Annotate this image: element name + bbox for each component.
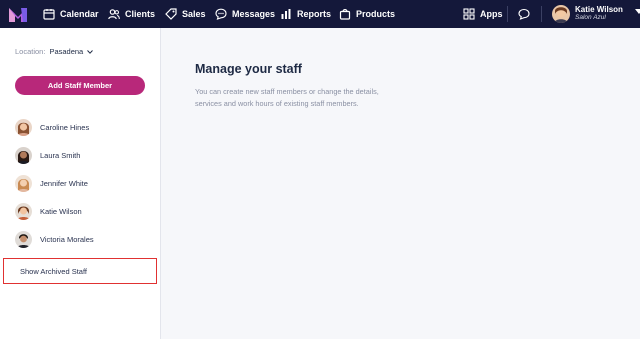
avatar xyxy=(15,202,32,220)
staff-name: Laura Smith xyxy=(40,150,81,160)
staff-name: Victoria Morales xyxy=(40,234,94,244)
avatar xyxy=(552,5,570,23)
topbar-divider xyxy=(507,6,508,22)
apps-button[interactable]: Apps xyxy=(463,0,503,28)
calendar-icon xyxy=(43,9,55,20)
staff-list-item[interactable]: Katie Wilson xyxy=(15,197,155,225)
avatar xyxy=(15,174,32,192)
staff-list-item[interactable]: Laura Smith xyxy=(15,141,155,169)
avatar xyxy=(15,230,32,248)
location-selector[interactable]: Location: Pasadena xyxy=(15,47,94,56)
nav-clients-label: Clients xyxy=(125,9,156,19)
bag-icon xyxy=(339,9,351,20)
staff-list-item[interactable]: Victoria Morales xyxy=(15,225,155,253)
app-logo-icon[interactable] xyxy=(9,6,27,22)
staff-list: Caroline Hines Laura Smith Jennifer Whit… xyxy=(15,113,155,253)
avatar xyxy=(15,118,32,136)
nav-sales[interactable]: Sales xyxy=(165,0,206,28)
tag-icon xyxy=(165,8,177,20)
page-title: Manage your staff xyxy=(195,62,302,76)
apps-label: Apps xyxy=(480,9,503,19)
nav-products[interactable]: Products xyxy=(339,0,395,28)
bar-chart-icon xyxy=(281,9,291,19)
main-content: Manage your staff You can create new sta… xyxy=(161,28,640,339)
staff-name: Katie Wilson xyxy=(40,206,82,216)
message-icon xyxy=(215,8,227,20)
location-value: Pasadena xyxy=(49,47,84,56)
add-staff-member-button[interactable]: Add Staff Member xyxy=(15,76,145,95)
nav-messages-label: Messages xyxy=(232,9,276,19)
page-description: You can create new staff members or chan… xyxy=(195,87,379,108)
chat-bubble-icon xyxy=(518,8,530,20)
show-archived-staff-link[interactable]: Show Archived Staff xyxy=(3,258,157,284)
nav-sales-label: Sales xyxy=(182,9,206,19)
staff-sidebar: Location: Pasadena Add Staff Member Caro… xyxy=(0,28,161,339)
grid-icon xyxy=(463,8,475,20)
staff-name: Jennifer White xyxy=(40,178,88,188)
nav-reports-label: Reports xyxy=(297,9,332,19)
staff-list-item[interactable]: Caroline Hines xyxy=(15,113,155,141)
nav-calendar[interactable]: Calendar xyxy=(43,0,99,28)
chat-button[interactable] xyxy=(518,0,530,28)
location-label: Location: xyxy=(15,47,46,56)
nav-reports[interactable]: Reports xyxy=(280,0,331,28)
top-navigation-bar: Calendar Clients Sales Messages Reports … xyxy=(0,0,640,28)
avatar xyxy=(15,146,32,164)
clients-icon xyxy=(108,9,120,20)
nav-clients[interactable]: Clients xyxy=(108,0,155,28)
staff-name: Caroline Hines xyxy=(40,122,90,132)
chevron-down-icon xyxy=(635,9,640,14)
nav-calendar-label: Calendar xyxy=(60,9,99,19)
staff-list-item[interactable]: Jennifer White xyxy=(15,169,155,197)
topbar-divider xyxy=(541,6,542,22)
user-salon: Salon Azul xyxy=(575,13,606,21)
chevron-down-icon xyxy=(87,49,94,54)
nav-messages[interactable]: Messages xyxy=(215,0,275,28)
nav-products-label: Products xyxy=(356,9,396,19)
user-menu[interactable]: Katie Wilson Salon Azul xyxy=(552,3,640,25)
